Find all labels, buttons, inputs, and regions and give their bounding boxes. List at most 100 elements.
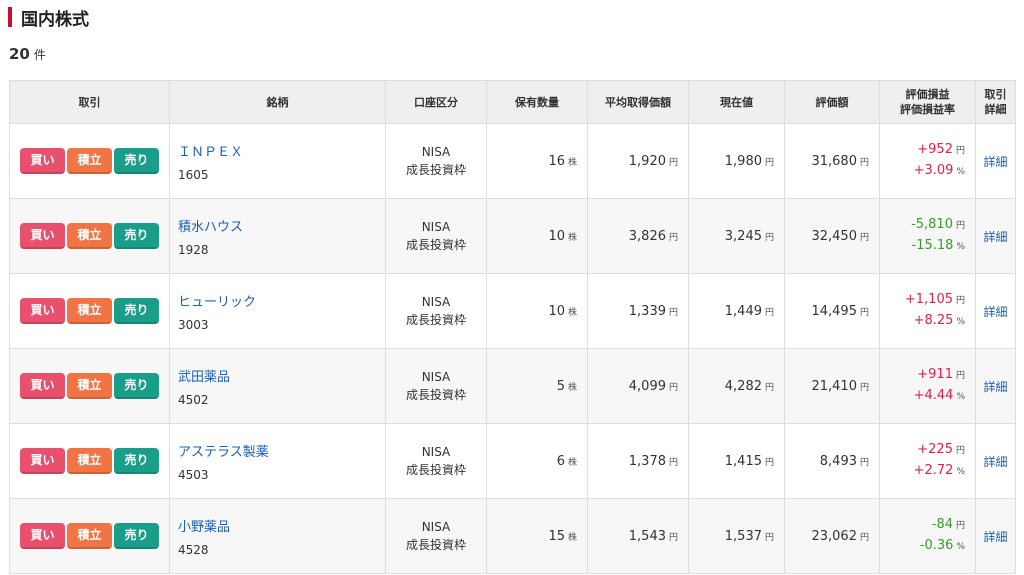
market-value: 23,062	[811, 528, 857, 544]
sell-button[interactable]: 売り	[114, 448, 159, 474]
buy-button[interactable]: 買い	[20, 298, 65, 324]
profit-loss-cell: +225 円 +2.72%	[879, 423, 976, 499]
profit-loss-value: -84	[931, 517, 953, 532]
buy-button[interactable]: 買い	[20, 373, 65, 399]
share-unit: 株	[567, 382, 577, 393]
stock-cell: 積水ハウス 1928	[169, 198, 386, 274]
detail-link[interactable]: 詳細	[983, 230, 1007, 244]
avg-cost-value: 4,099	[628, 378, 666, 394]
sell-button[interactable]: 売り	[114, 523, 159, 549]
avg-cost-value: 1,339	[628, 303, 666, 319]
yen-unit: 円	[668, 457, 678, 468]
detail-cell: 詳細	[975, 348, 1016, 424]
market-value: 14,495	[811, 303, 857, 319]
value-cell: 32,450 円	[784, 198, 880, 274]
stock-name-link[interactable]: 武田薬品	[178, 366, 385, 385]
quantity-value: 16	[548, 153, 565, 169]
table-header-row: 取引 銘柄 口座区分 保有数量 平均取得価額 現在値 評価額 評価損益 評価損益率…	[9, 80, 1016, 124]
account-type: NISA	[421, 220, 451, 234]
profit-loss-rate-value: +8.25	[913, 313, 954, 328]
stock-name-link[interactable]: 積水ハウス	[178, 216, 385, 235]
accumulate-button[interactable]: 積立	[67, 223, 112, 249]
account-subtype: 成長投資枠	[405, 463, 466, 477]
stock-cell: ヒューリック 3003	[169, 273, 386, 349]
sell-button[interactable]: 売り	[114, 223, 159, 249]
table-row: 買い 積立 売り 小野薬品 4528 NISA 成長投資枠 15 株 1,543 円 1…	[9, 498, 1016, 574]
trade-buttons-cell: 買い 積立 売り	[9, 498, 170, 574]
detail-link[interactable]: 詳細	[983, 155, 1007, 169]
yen-unit: 円	[764, 532, 774, 543]
quantity-value: 5	[556, 378, 565, 394]
quantity-cell: 10 株	[486, 198, 588, 274]
buy-button[interactable]: 買い	[20, 148, 65, 174]
stock-name-link[interactable]: アステラス製薬	[178, 441, 385, 460]
accumulate-button[interactable]: 積立	[67, 523, 112, 549]
percent-unit: %	[956, 167, 965, 177]
accumulate-button[interactable]: 積立	[67, 298, 112, 324]
avg-cost-cell: 1,378 円	[587, 423, 689, 499]
yen-unit: 円	[668, 232, 678, 243]
sell-button[interactable]: 売り	[114, 373, 159, 399]
account-subtype: 成長投資枠	[405, 238, 466, 252]
price-value: 3,245	[724, 228, 762, 244]
profit-loss-value: +1,105	[904, 292, 953, 307]
header-price: 現在値	[688, 80, 785, 124]
percent-unit: %	[956, 317, 965, 327]
buy-button[interactable]: 買い	[20, 448, 65, 474]
price-cell: 1,980 円	[688, 123, 785, 199]
header-detail-line1: 取引	[984, 88, 1007, 101]
account-cell: NISA 成長投資枠	[385, 423, 487, 499]
yen-unit: 円	[859, 532, 869, 543]
profit-loss-cell: -5,810 円 -15.18%	[879, 198, 976, 274]
header-pl-line1: 評価損益	[905, 88, 950, 101]
stock-name-link[interactable]: ＩＮＰＥＸ	[178, 141, 385, 160]
trade-buttons-cell: 買い 積立 売り	[9, 423, 170, 499]
stock-name-link[interactable]: 小野薬品	[178, 516, 385, 535]
accumulate-button[interactable]: 積立	[67, 373, 112, 399]
detail-cell: 詳細	[975, 273, 1016, 349]
sell-button[interactable]: 売り	[114, 148, 159, 174]
accumulate-button[interactable]: 積立	[67, 148, 112, 174]
detail-link[interactable]: 詳細	[983, 380, 1007, 394]
profit-loss-amount: +1,105 円	[880, 290, 965, 311]
account-cell: NISA 成長投資枠	[385, 123, 487, 199]
yen-unit: 円	[764, 157, 774, 168]
stock-code: 1928	[178, 242, 209, 257]
stock-cell: 武田薬品 4502	[169, 348, 386, 424]
sell-button[interactable]: 売り	[114, 298, 159, 324]
yen-unit: 円	[955, 296, 965, 306]
profit-loss-cell: +911 円 +4.44%	[879, 348, 976, 424]
price-cell: 1,537 円	[688, 498, 785, 574]
accumulate-button[interactable]: 積立	[67, 448, 112, 474]
profit-loss-rate: +4.44%	[880, 386, 965, 407]
percent-unit: %	[956, 542, 965, 552]
yen-unit: 円	[764, 382, 774, 393]
stock-code: 1605	[178, 167, 209, 182]
buy-button[interactable]: 買い	[20, 523, 65, 549]
price-value: 4,282	[724, 378, 762, 394]
quantity-cell: 6株	[486, 423, 588, 499]
avg-cost-value: 1,543	[628, 528, 666, 544]
account-subtype: 成長投資枠	[405, 163, 466, 177]
header-value: 評価額	[784, 80, 880, 124]
yen-unit: 円	[668, 532, 678, 543]
yen-unit: 円	[764, 232, 774, 243]
stock-name-link[interactable]: ヒューリック	[178, 291, 385, 310]
avg-cost-value: 3,826	[628, 228, 666, 244]
detail-link[interactable]: 詳細	[983, 455, 1007, 469]
header-stock: 銘柄	[169, 80, 386, 124]
value-cell: 14,495 円	[784, 273, 880, 349]
buy-button[interactable]: 買い	[20, 223, 65, 249]
detail-link[interactable]: 詳細	[983, 530, 1007, 544]
detail-cell: 詳細	[975, 423, 1016, 499]
table-row: 買い 積立 売り 武田薬品 4502 NISA 成長投資枠 5株 4,099 円 4,…	[9, 348, 1016, 424]
profit-loss-rate: -0.36%	[880, 536, 965, 557]
yen-unit: 円	[859, 382, 869, 393]
account-type: NISA	[421, 295, 451, 309]
quantity-cell: 10 株	[486, 273, 588, 349]
detail-link[interactable]: 詳細	[983, 305, 1007, 319]
yen-unit: 円	[764, 307, 774, 318]
detail-cell: 詳細	[975, 123, 1016, 199]
profit-loss-rate: +2.72%	[880, 461, 965, 482]
yen-unit: 円	[955, 146, 965, 156]
